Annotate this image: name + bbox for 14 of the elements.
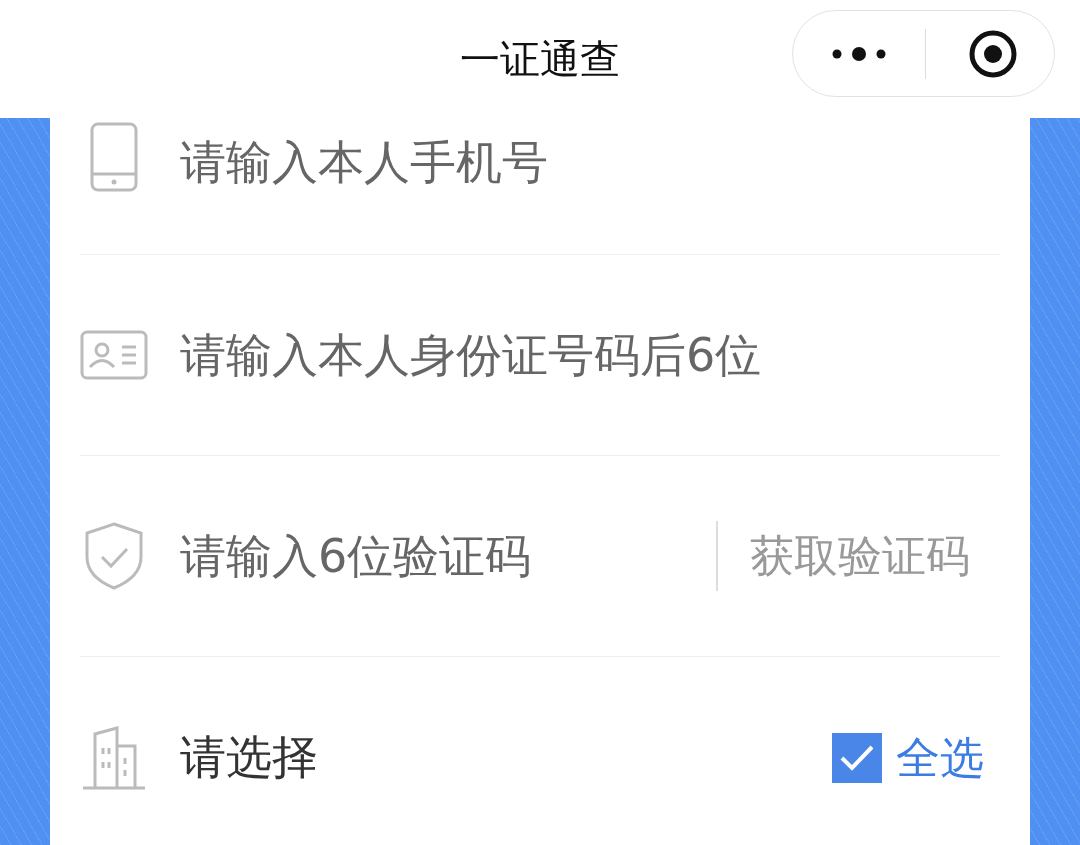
select-all-checkbox[interactable] [832, 732, 882, 783]
input-field[interactable]: 请输入本人手机号 [180, 128, 1000, 197]
input-field[interactable]: 请输入6位验证码 [180, 521, 706, 591]
shield-check-icon [83, 521, 145, 591]
get-code-button[interactable]: 获取验证码 [750, 523, 970, 589]
id-card-icon [80, 330, 148, 380]
page-title: 一证通查 [460, 35, 620, 84]
more-icon[interactable] [831, 46, 887, 61]
select-all-label[interactable]: 全选 [896, 724, 984, 791]
phone-icon [90, 122, 138, 192]
input-field[interactable]: 请输入本人身份证号码后6位 [180, 320, 1000, 390]
select-label: 请选择 [180, 729, 319, 786]
close-icon[interactable] [968, 28, 1018, 79]
building-icon [81, 725, 147, 790]
